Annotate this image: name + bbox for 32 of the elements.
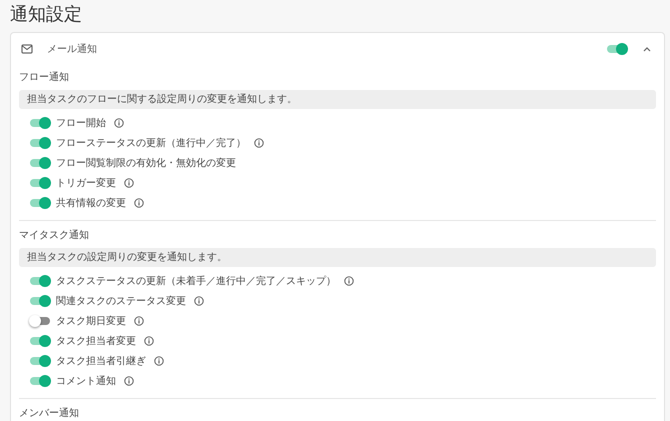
toggle-switch[interactable]: [29, 275, 51, 287]
setting-label: 関連タスクのステータス変更: [56, 294, 186, 308]
toggle-switch[interactable]: [29, 375, 51, 387]
toggle-switch[interactable]: [29, 197, 51, 209]
setting-label: フローステータスの更新（進行中／完了）: [56, 136, 246, 150]
page-title: 通知設定: [10, 3, 83, 27]
toggle-switch[interactable]: [29, 137, 51, 149]
toggle-switch[interactable]: [29, 177, 51, 189]
toggle-switch[interactable]: [29, 157, 51, 169]
toggle-switch[interactable]: [606, 43, 628, 55]
setting-label: タスク担当者引継ぎ: [56, 354, 146, 368]
setting-label: トリガー変更: [56, 176, 116, 190]
setting-label: 共有情報の変更: [56, 196, 126, 210]
toggle-switch[interactable]: [29, 355, 51, 367]
toggle-switch[interactable]: [29, 335, 51, 347]
section-description: 担当タスクのフローに関する設定周りの変更を通知します。: [19, 90, 656, 109]
section-title: メンバー通知: [19, 407, 80, 421]
section-title: フロー通知: [19, 71, 70, 85]
setting-label: フロー開始: [56, 116, 106, 130]
collapse-icon[interactable]: [642, 44, 652, 54]
setting-label: コメント通知: [56, 374, 116, 388]
section-title: マイタスク通知: [19, 229, 90, 243]
setting-label: タスク担当者変更: [56, 334, 136, 348]
setting-label: タスク期日変更: [56, 314, 126, 328]
toggle-switch[interactable]: [29, 295, 51, 307]
setting-label: フロー閲覧制限の有効化・無効化の変更: [56, 156, 236, 170]
mail-icon: [21, 43, 33, 55]
setting-label: タスクステータスの更新（未着手／進行中／完了／スキップ）: [56, 274, 336, 288]
panel-title: メール通知: [47, 42, 97, 56]
toggle-switch[interactable]: [29, 117, 51, 129]
toggle-switch[interactable]: [29, 315, 51, 327]
section-description: 担当タスクの設定周りの変更を通知します。: [19, 248, 656, 267]
